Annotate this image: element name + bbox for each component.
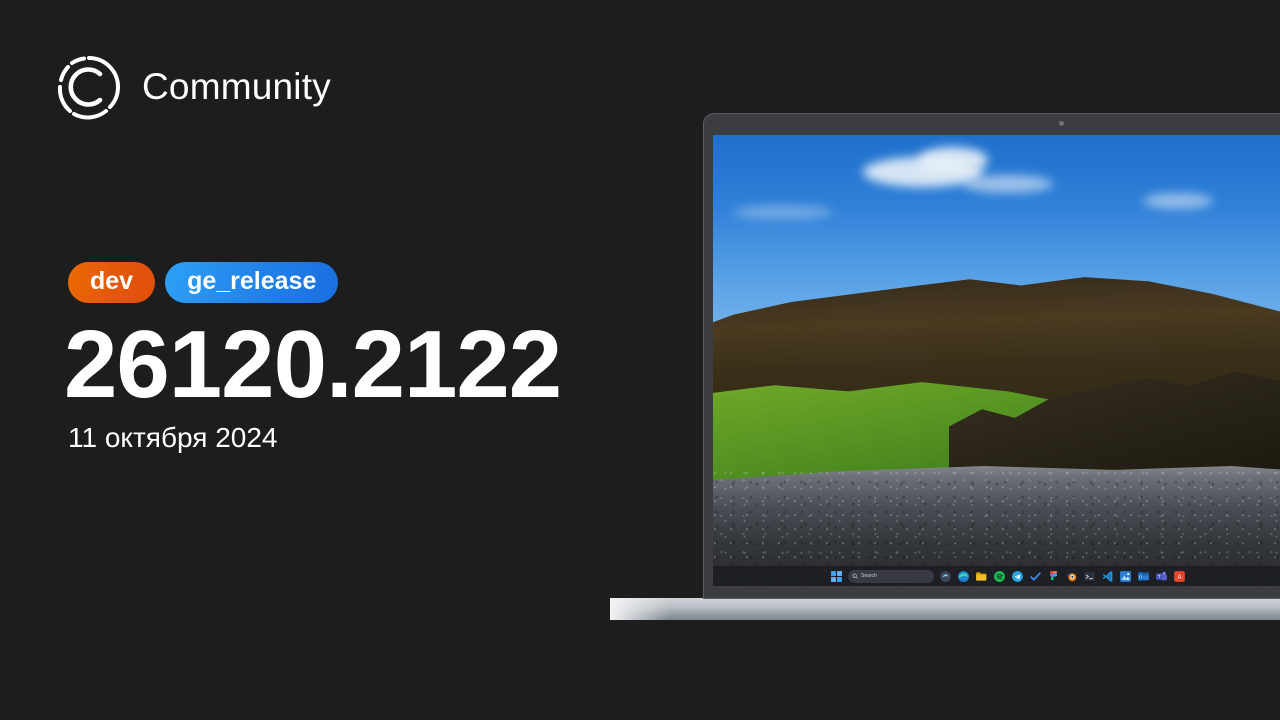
- poster-canvas: Community dev ge_release 26120.2122 11 о…: [0, 0, 1280, 720]
- svg-text:T: T: [1158, 574, 1161, 579]
- taskbar-search-label: Search: [861, 573, 877, 579]
- desktop-wallpaper: [713, 135, 1280, 586]
- build-number: 26120.2122: [64, 311, 562, 418]
- brand-lockup: Community: [54, 52, 331, 122]
- terminal-icon[interactable]: [1083, 570, 1096, 583]
- spotify-icon[interactable]: [993, 570, 1006, 583]
- svg-text:A: A: [1178, 575, 1182, 581]
- taskbar: Search O T A: [713, 566, 1280, 586]
- to-do-icon[interactable]: [1029, 570, 1042, 583]
- badge-dev: dev: [68, 262, 156, 303]
- webcam-dot: [1059, 121, 1064, 126]
- laptop-lid: Search for apps, settings, and documents…: [703, 113, 1280, 599]
- copilot-icon[interactable]: [939, 570, 952, 583]
- brand-title: Community: [142, 66, 331, 107]
- photos-icon[interactable]: [1119, 570, 1132, 583]
- taskbar-search[interactable]: Search: [848, 569, 934, 583]
- laptop-base: [610, 598, 1280, 620]
- outlook-icon[interactable]: O: [1137, 570, 1150, 583]
- badge-branch: ge_release: [165, 262, 339, 303]
- adobe-cc-icon[interactable]: A: [1173, 570, 1186, 583]
- file-explorer-icon[interactable]: [975, 570, 988, 583]
- teams-icon[interactable]: T: [1155, 570, 1168, 583]
- windows-start-icon[interactable]: [830, 570, 843, 583]
- laptop-screen: Search for apps, settings, and documents…: [713, 135, 1280, 586]
- figma-icon[interactable]: [1047, 570, 1060, 583]
- search-icon: [852, 573, 858, 579]
- blender-icon[interactable]: [1065, 570, 1078, 583]
- edge-icon[interactable]: [957, 570, 970, 583]
- taskbar-icons: O T A: [939, 570, 1186, 583]
- svg-text:O: O: [1139, 574, 1143, 580]
- release-date: 11 октября 2024: [68, 422, 278, 453]
- community-ring-c-logo: [54, 52, 124, 122]
- telegram-icon[interactable]: [1011, 570, 1024, 583]
- channel-badges: dev ge_release: [68, 262, 339, 303]
- vs-code-icon[interactable]: [1101, 570, 1114, 583]
